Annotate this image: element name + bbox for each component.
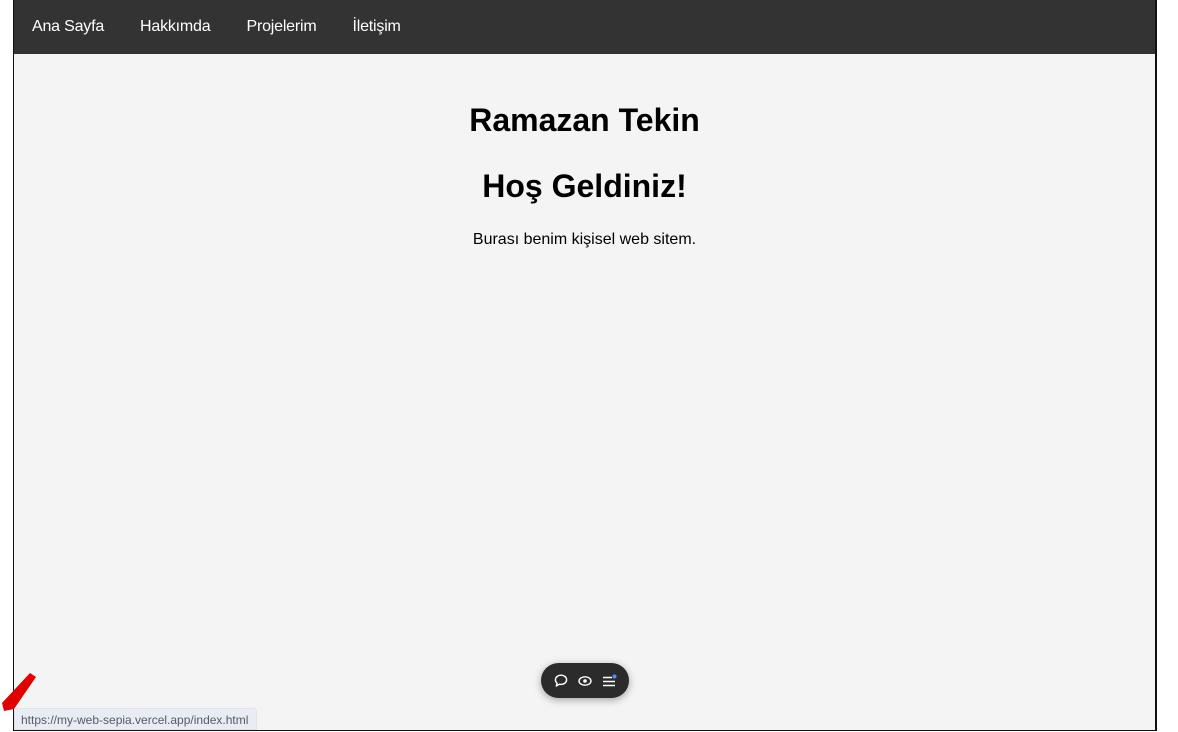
comment-icon[interactable]: [552, 672, 570, 690]
eye-icon[interactable]: [576, 672, 594, 690]
floating-toolbar: [541, 663, 629, 698]
nav-link-contact[interactable]: İletişim: [353, 18, 401, 36]
pointer-cursor-icon: [0, 655, 40, 715]
link-status-bar: https://my-web-sepia.vercel.app/index.ht…: [14, 708, 258, 730]
welcome-subtitle: Burası benim kişisel web sitem.: [472, 231, 697, 248]
nav-link-home[interactable]: Ana Sayfa: [32, 18, 104, 36]
site-owner-name: Ramazan Tekin: [469, 102, 700, 138]
welcome-heading: Hoş Geldiniz!: [482, 168, 687, 204]
menu-icon[interactable]: [600, 672, 618, 690]
browser-viewport: Ana Sayfa Hakkımda Projelerim İletişim R…: [13, 0, 1157, 731]
nav-link-about[interactable]: Hakkımda: [140, 18, 211, 36]
top-navigation-bar: Ana Sayfa Hakkımda Projelerim İletişim: [14, 0, 1155, 54]
nav-link-projects[interactable]: Projelerim: [246, 18, 316, 36]
